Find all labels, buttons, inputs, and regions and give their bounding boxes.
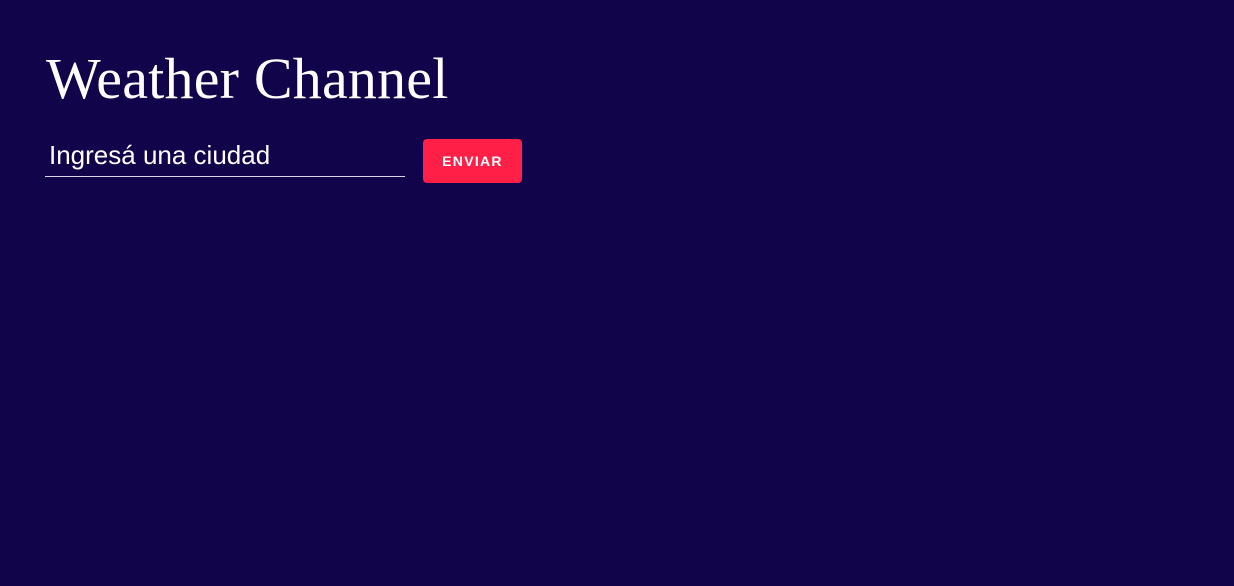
send-button[interactable]: ENVIAR bbox=[423, 139, 522, 183]
page: Weather Channel ENVIAR bbox=[0, 0, 1234, 586]
city-search-input[interactable] bbox=[45, 139, 405, 177]
search-form: ENVIAR bbox=[45, 139, 1234, 183]
page-title: Weather Channel bbox=[46, 46, 449, 111]
